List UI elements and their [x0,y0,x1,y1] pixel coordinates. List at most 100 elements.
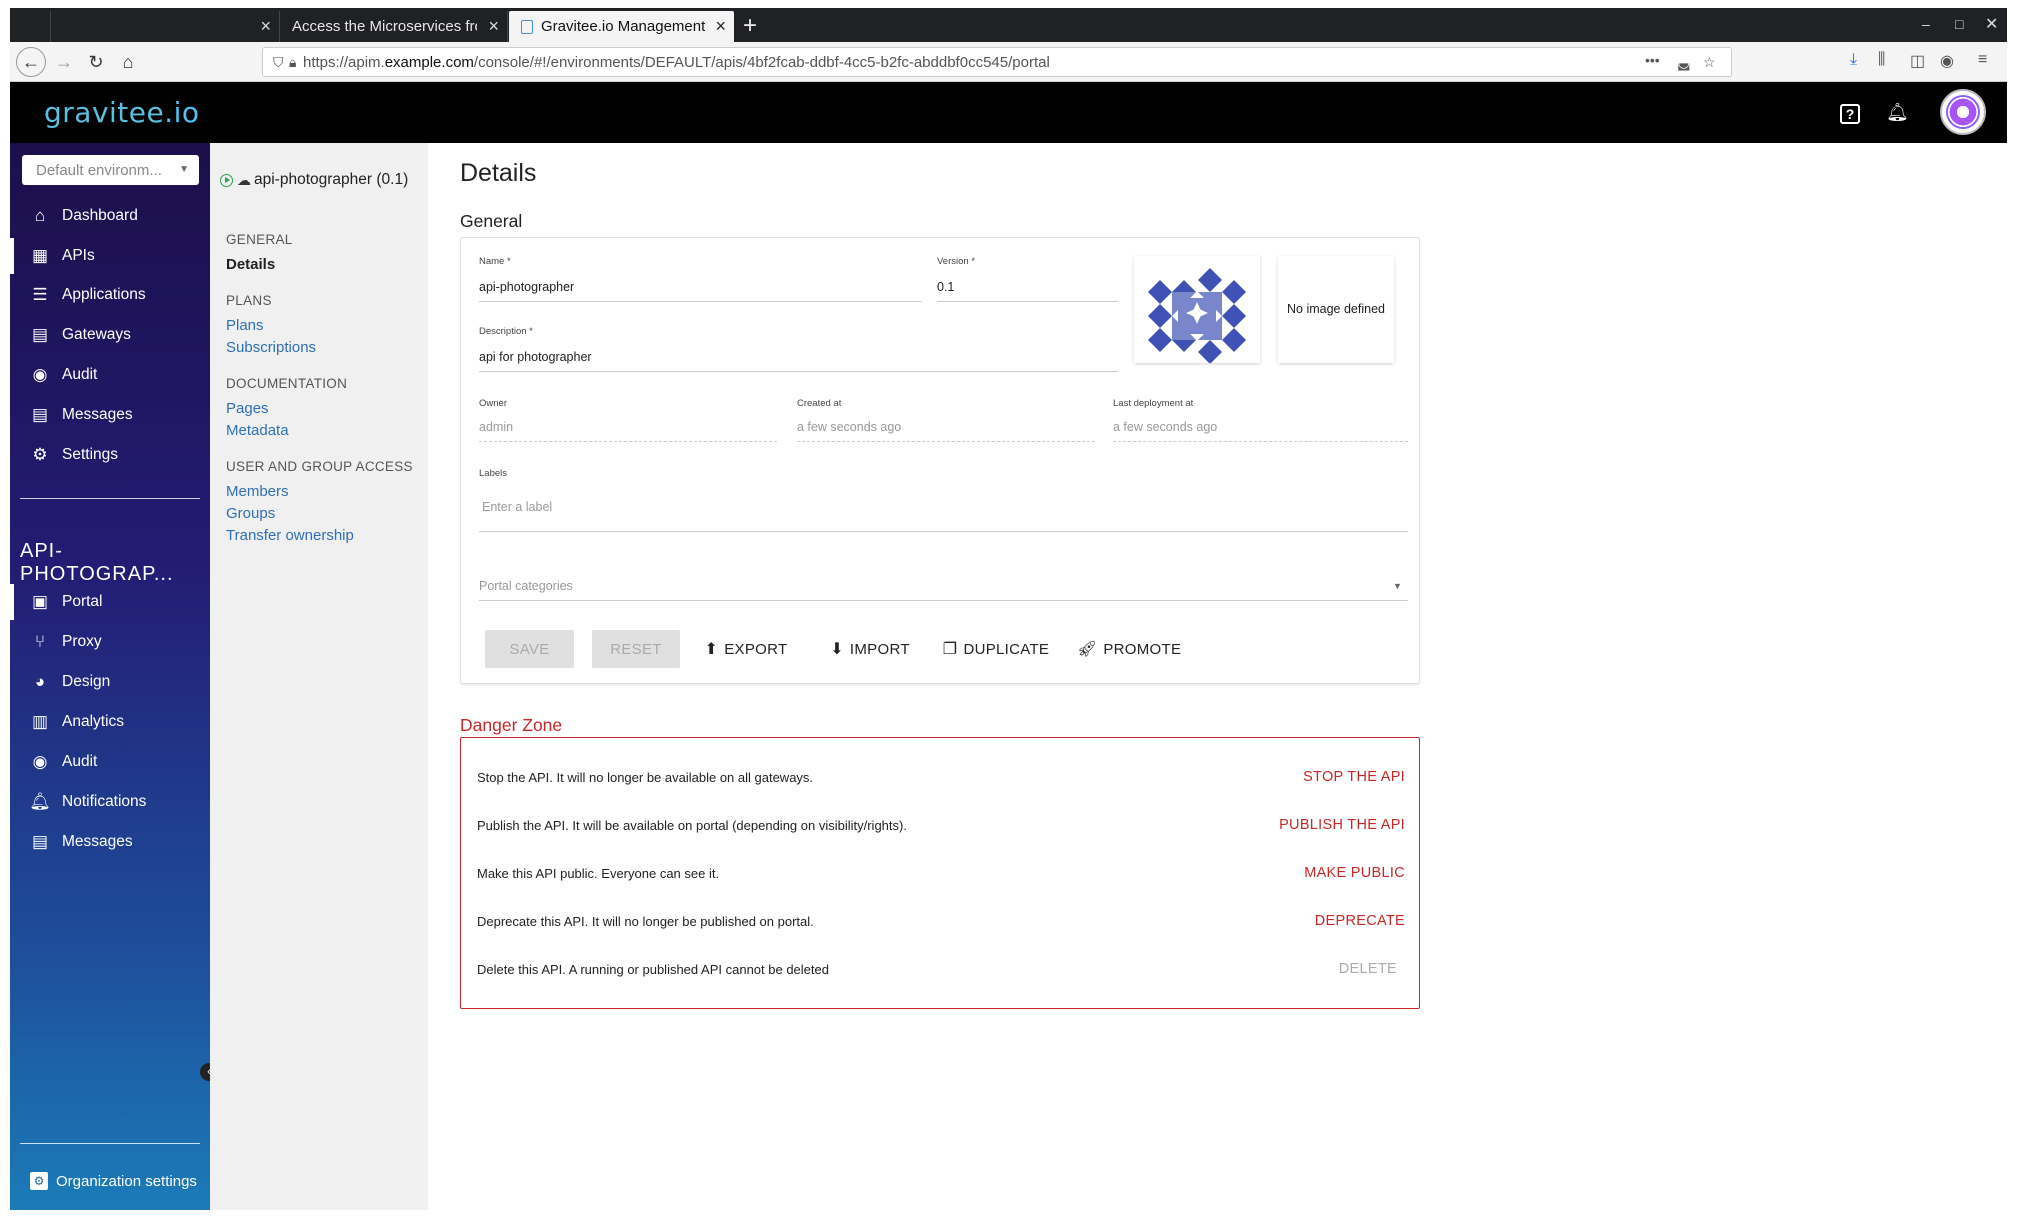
danger-row: Stop the API. It will no longer be avail… [477,769,1405,785]
url-domain: example.com [384,53,474,71]
url-prefix: https://apim. [303,53,385,71]
import-button[interactable]: ⬇ IMPORT [825,630,915,668]
proxy-icon: ⑂ [34,632,46,651]
stop-api-button[interactable]: STOP THE API [1303,769,1405,785]
close-window-icon[interactable]: ✕ [1985,14,1998,34]
forward-icon[interactable]: → [52,50,76,74]
upload-icon: ⬆ [704,641,719,658]
home-icon: ⌂ [34,206,46,225]
account-icon[interactable]: ◉ [1940,51,1954,71]
url-bar[interactable]: ⛉ 🔒︎ https://apim. example.com/console/#!… [262,47,1732,77]
pocket-icon[interactable]: ◛ [1677,54,1691,71]
save-button[interactable]: SAVE [485,630,574,668]
more-icon[interactable]: ••• [1645,52,1660,68]
menu-link-subscriptions[interactable]: Subscriptions [226,339,316,356]
tab-bar: × Access the Microservices fro × Gravite… [10,8,2007,42]
sidebar-item-gateways[interactable]: ▤ Gateways [10,317,210,353]
user-avatar[interactable] [1940,89,1986,135]
close-tab-icon[interactable]: × [715,16,726,37]
menu-link-transfer-ownership[interactable]: Transfer ownership [226,527,354,544]
danger-row: Deprecate this API. It will no longer be… [477,913,1405,929]
sidebar-item-messages[interactable]: ▤ Messages [10,397,210,433]
gateway-icon: ▤ [31,325,49,344]
cloud-icon: ☁ [237,171,251,188]
close-tab-icon[interactable]: × [260,16,271,37]
sidebar-item-applications[interactable]: ☰ Applications [10,277,210,313]
notifications-bell-icon[interactable]: 🔔︎ [1886,102,1909,124]
shield-icon[interactable]: ⛉ [273,54,284,71]
sidebar-toggle-icon[interactable]: ◫ [1910,51,1925,71]
minimize-icon[interactable]: – [1922,16,1930,32]
tab-gravitee[interactable]: Gravitee.io Management × [509,11,734,42]
app-header: gravitee.io ? 🔔︎ [10,82,2007,143]
menu-link-plans[interactable]: Plans [226,317,264,334]
api-picture[interactable] [1134,256,1260,364]
environment-select[interactable]: Default environm... ▼ [22,155,199,185]
library-icon[interactable]: ⫼ [1878,51,1885,69]
message-icon: ▤ [31,832,49,851]
api-title: API-PHOTOGRAP... [20,540,174,585]
close-tab-icon[interactable]: × [488,16,499,37]
tab-empty[interactable]: × [50,11,280,42]
menu-link-metadata[interactable]: Metadata [226,422,289,439]
name-field[interactable]: api-photographer [479,280,574,294]
publish-api-button[interactable]: PUBLISH THE API [1279,817,1405,833]
delete-button[interactable]: DELETE [1339,961,1405,977]
api-name-header: ☁ api-photographer (0.1) [220,171,408,189]
browser-window: × Access the Microservices fro × Gravite… [10,8,2007,1210]
menu-section-plans: PLANS [226,293,272,308]
sidebar-item-analytics[interactable]: ▥ Analytics [10,704,210,740]
description-field[interactable]: api for photographer [479,350,592,364]
palette-icon: ◕ [34,672,46,691]
organization-settings-link[interactable]: ⚙ Organization settings [18,1166,197,1196]
gravitee-logo[interactable]: gravitee.io [44,96,200,129]
new-tab-button[interactable]: + [743,12,757,40]
tab-title: Access the Microservices fro [292,18,477,35]
sidebar-item-api-messages[interactable]: ▤ Messages [10,824,210,860]
promote-button[interactable]: 🚀︎ PROMOTE [1077,630,1181,668]
export-button[interactable]: ⬆ EXPORT [701,630,791,668]
page-icon [521,19,533,34]
reset-button[interactable]: RESET [592,630,680,668]
bookmark-star-icon[interactable]: ☆ [1703,54,1716,71]
sidebar-item-notifications[interactable]: 🔔︎ Notifications [10,784,210,820]
labels-input[interactable]: Enter a label [482,500,552,514]
duplicate-button[interactable]: ❐ DUPLICATE [939,630,1053,668]
deprecate-button[interactable]: DEPRECATE [1315,913,1405,929]
sidebar-item-audit[interactable]: ◉ Audit [10,357,210,393]
sidebar-item-design[interactable]: ◕ Design [10,664,210,700]
sidebar-item-apis[interactable]: ▦ APIs [10,238,210,274]
menu-link-members[interactable]: Members [226,483,289,500]
list-icon: ☰ [32,285,48,304]
tab-title: Gravitee.io Management [541,18,706,35]
lock-icon[interactable]: 🔒︎ [289,54,296,71]
sidebar-item-settings[interactable]: ⚙ Settings [10,437,210,473]
sidebar-item-portal[interactable]: ▣ Portal [10,584,210,620]
dropdown-arrow-icon[interactable]: ▼ [1393,581,1402,591]
general-card: Name * api-photographer Version * 0.1 De… [460,237,1420,684]
download-icon[interactable]: ⤓ [1850,51,1857,69]
tab-microservices[interactable]: Access the Microservices fro × [280,11,508,42]
dropdown-arrow-icon: ▼ [179,164,189,175]
portal-categories-select[interactable]: Portal categories [479,579,573,593]
version-field[interactable]: 0.1 [937,280,954,294]
reload-icon[interactable]: ↻ [84,50,108,74]
home-icon[interactable]: ⌂ [116,50,140,74]
sidebar-item-api-audit[interactable]: ◉ Audit [10,744,210,780]
menu-section-access: USER AND GROUP ACCESS [226,459,413,474]
menu-link-pages[interactable]: Pages [226,400,269,417]
menu-icon[interactable]: ≡ [1978,51,1987,69]
apis-icon: ▦ [31,246,49,265]
make-public-button[interactable]: MAKE PUBLIC [1304,865,1405,881]
background-image-placeholder[interactable]: No image defined [1278,256,1394,363]
sidebar-item-proxy[interactable]: ⑂ Proxy [10,624,210,660]
back-icon[interactable]: ← [16,47,46,77]
sidebar-item-dashboard[interactable]: ⌂ Dashboard [10,198,210,234]
menu-link-groups[interactable]: Groups [226,505,275,522]
help-icon[interactable]: ? [1840,104,1860,124]
maximize-icon[interactable]: □ [1955,16,1963,32]
menu-link-details[interactable]: Details [226,256,275,273]
owner-label: Owner [479,398,507,409]
main-content: Details General Name * api-photographer … [428,143,2007,1210]
eye-icon: ◉ [32,752,48,771]
